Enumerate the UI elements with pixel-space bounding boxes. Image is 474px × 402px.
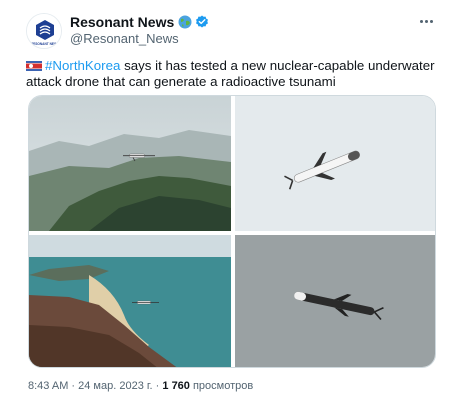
svg-text:RESONANT NEWS: RESONANT NEWS: [31, 42, 59, 46]
resonant-news-logo-icon: RESONANT NEWS: [27, 14, 61, 48]
author-handle[interactable]: @Resonant_News: [70, 31, 179, 46]
views-label: просмотров: [189, 380, 254, 392]
tweet-metadata: 8:43 AM · 24 мар. 2023 г. · 1 760 просмо…: [28, 380, 253, 392]
verified-badge-icon: [195, 15, 209, 29]
author-avatar[interactable]: RESONANT NEWS: [26, 13, 62, 49]
more-dot: [429, 19, 433, 23]
hashtag-link[interactable]: #NorthKorea: [45, 58, 120, 73]
media-photo-2[interactable]: [235, 96, 435, 231]
tweet-time[interactable]: 8:43 AM: [28, 380, 68, 392]
meta-separator: ·: [152, 380, 163, 392]
tweet-card[interactable]: RESONANT NEWS Resonant News @Resonant_Ne…: [0, 0, 474, 402]
tweet-date[interactable]: 24 мар. 2023 г.: [78, 380, 152, 392]
media-photo-4[interactable]: [235, 235, 435, 367]
media-photo-1[interactable]: [29, 96, 231, 231]
author-name-row[interactable]: Resonant News: [70, 13, 209, 31]
tweet-text: #NorthKorea says it has tested a new nuc…: [26, 58, 446, 90]
more-dot: [424, 19, 428, 23]
globe-emoji-icon: [178, 15, 192, 29]
more-dot: [419, 19, 423, 23]
views-count: 1 760: [162, 380, 190, 392]
meta-separator: ·: [68, 380, 79, 392]
north-korea-flag-icon: [26, 61, 42, 71]
author-display-name[interactable]: Resonant News: [70, 14, 174, 30]
media-photo-3[interactable]: [29, 235, 231, 367]
more-options-icon[interactable]: [416, 12, 436, 30]
media-grid[interactable]: [28, 95, 436, 368]
